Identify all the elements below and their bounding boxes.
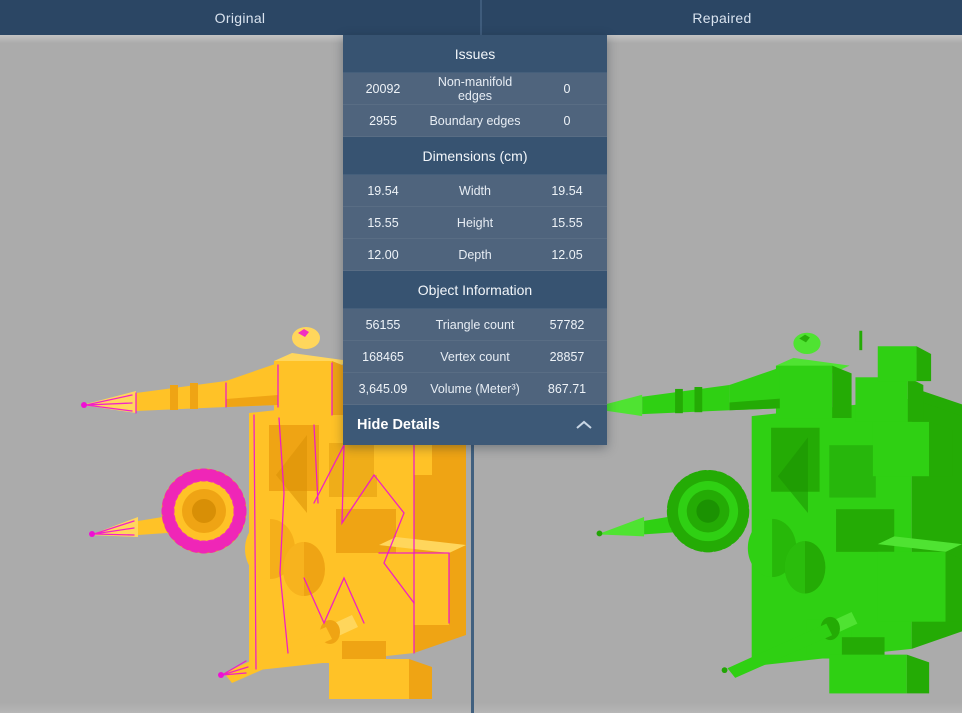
tab-repaired-label: Repaired bbox=[692, 10, 751, 26]
row-width: 19.54 Width 19.54 bbox=[343, 175, 607, 207]
tab-original[interactable]: Original bbox=[0, 0, 480, 35]
section-object-information-title: Object Information bbox=[343, 271, 607, 309]
stat-label: Depth bbox=[423, 248, 527, 262]
stat-label: Width bbox=[423, 184, 527, 198]
details-panel: Issues 20092 Non-manifold edges 0 2955 B… bbox=[343, 35, 607, 445]
original-value: 19.54 bbox=[343, 184, 423, 198]
repaired-value: 57782 bbox=[527, 318, 607, 332]
original-value: 3,645.09 bbox=[343, 382, 423, 396]
row-depth: 12.00 Depth 12.05 bbox=[343, 239, 607, 271]
row-height: 15.55 Height 15.55 bbox=[343, 207, 607, 239]
original-value: 2955 bbox=[343, 114, 423, 128]
tab-bar: Original Repaired bbox=[0, 0, 962, 35]
stat-label: Non-manifold edges bbox=[423, 75, 527, 103]
original-value: 12.00 bbox=[343, 248, 423, 262]
repaired-value: 867.71 bbox=[527, 382, 607, 396]
original-value: 168465 bbox=[343, 350, 423, 364]
hide-details-label: Hide Details bbox=[357, 417, 440, 433]
stat-label: Height bbox=[423, 216, 527, 230]
hide-details-button[interactable]: Hide Details bbox=[343, 405, 607, 445]
tab-original-label: Original bbox=[215, 10, 266, 26]
row-boundary-edges: 2955 Boundary edges 0 bbox=[343, 105, 607, 137]
chevron-up-icon bbox=[575, 420, 593, 430]
stat-label: Boundary edges bbox=[423, 114, 527, 128]
original-value: 15.55 bbox=[343, 216, 423, 230]
repaired-value: 12.05 bbox=[527, 248, 607, 262]
section-dimensions-title: Dimensions (cm) bbox=[343, 137, 607, 175]
repaired-value: 0 bbox=[527, 114, 607, 128]
repaired-model bbox=[582, 323, 962, 707]
original-value: 56155 bbox=[343, 318, 423, 332]
section-object-information: Object Information 56155 Triangle count … bbox=[343, 271, 607, 405]
repaired-value: 28857 bbox=[527, 350, 607, 364]
repaired-value: 15.55 bbox=[527, 216, 607, 230]
repaired-value: 19.54 bbox=[527, 184, 607, 198]
section-issues: Issues 20092 Non-manifold edges 0 2955 B… bbox=[343, 35, 607, 137]
stat-label: Vertex count bbox=[423, 350, 527, 364]
row-triangle-count: 56155 Triangle count 57782 bbox=[343, 309, 607, 341]
repaired-value: 0 bbox=[527, 82, 607, 96]
section-issues-title: Issues bbox=[343, 35, 607, 73]
stat-label: Volume (Meter³) bbox=[423, 382, 527, 396]
original-value: 20092 bbox=[343, 82, 423, 96]
stat-label: Triangle count bbox=[423, 318, 527, 332]
row-non-manifold-edges: 20092 Non-manifold edges 0 bbox=[343, 73, 607, 105]
row-vertex-count: 168465 Vertex count 28857 bbox=[343, 341, 607, 373]
tab-repaired[interactable]: Repaired bbox=[482, 0, 962, 35]
row-volume: 3,645.09 Volume (Meter³) 867.71 bbox=[343, 373, 607, 405]
section-dimensions: Dimensions (cm) 19.54 Width 19.54 15.55 … bbox=[343, 137, 607, 271]
